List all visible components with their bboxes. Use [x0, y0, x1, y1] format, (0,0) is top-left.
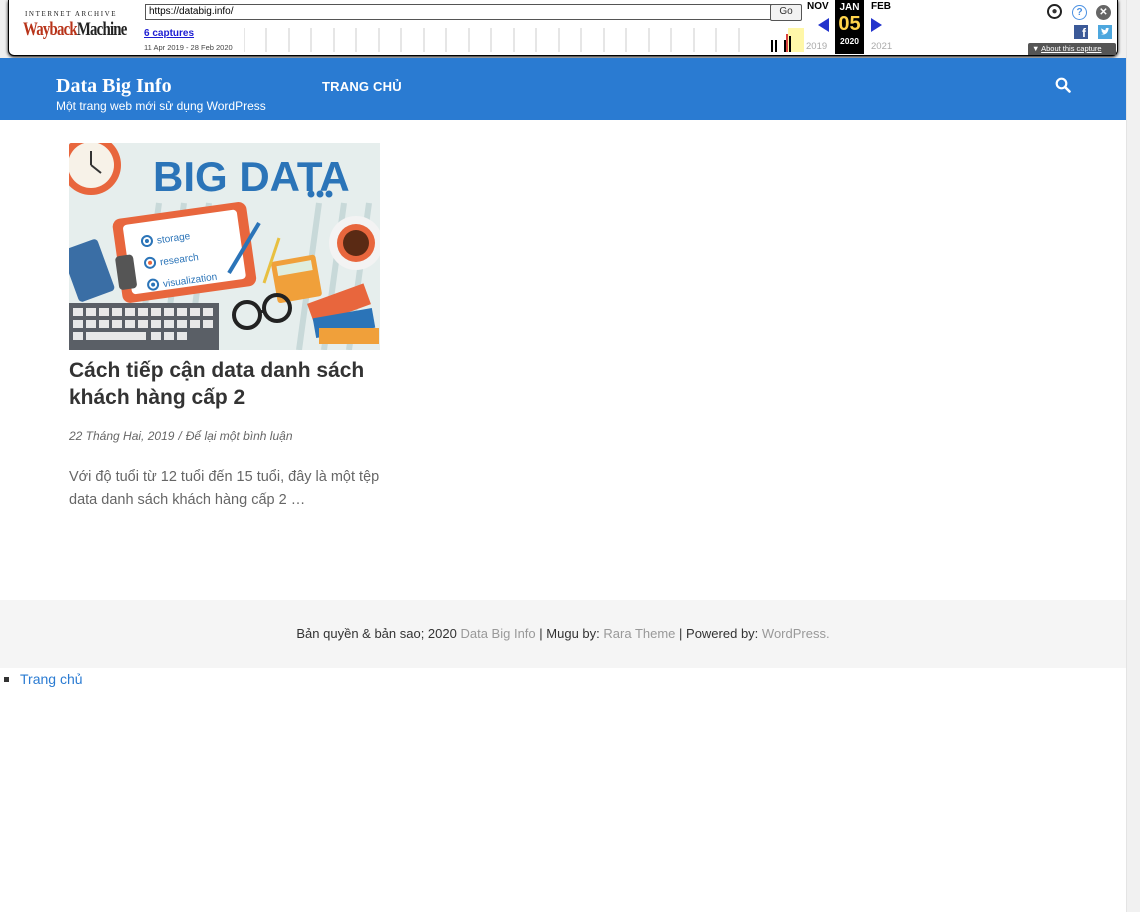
page-scrollbar[interactable]	[1126, 0, 1140, 912]
footer-separator: |	[539, 626, 543, 641]
footer-copyright: Bản quyền & bản sao; 2020 Data Big Info …	[0, 626, 1126, 641]
wayback-sparkline[interactable]	[244, 28, 804, 52]
footer-site-link[interactable]: Data Big Info	[460, 626, 535, 641]
help-icon[interactable]: ?	[1072, 5, 1087, 20]
wayback-next-month[interactable]: FEB	[871, 1, 891, 12]
site-description: Một trang web mới sử dụng WordPress	[56, 99, 266, 113]
wayback-toolbar: INTERNET ARCHIVE WaybackMachine https://…	[0, 0, 1126, 58]
wayback-next-arrow-icon[interactable]	[871, 18, 882, 32]
wayback-toolbar-panel: INTERNET ARCHIVE WaybackMachine https://…	[8, 0, 1118, 56]
wayback-go-button[interactable]: Go	[770, 4, 802, 21]
wayback-logo-top: INTERNET ARCHIVE	[25, 10, 118, 18]
footer-theme-prefix: Mugu by:	[546, 626, 600, 641]
footer-theme-link[interactable]: Rara Theme	[603, 626, 675, 641]
wayback-about-capture[interactable]: ▼ About this capture	[1028, 43, 1116, 55]
wayback-current-month: JAN	[839, 2, 860, 13]
wayback-prev-arrow-icon[interactable]	[818, 18, 829, 32]
footer-wordpress-link[interactable]: WordPress.	[762, 626, 830, 641]
site-header: Data Big Info Một trang web mới sử dụng …	[0, 58, 1126, 120]
wayback-logo-way: Wayback	[23, 19, 78, 40]
footer-prefix: Bản quyền & bản sao; 2020	[296, 626, 457, 641]
wayback-current-day: 05	[838, 13, 861, 35]
wayback-date-range: 11 Apr 2019 - 28 Feb 2020	[144, 43, 233, 52]
bottom-menu-item-home[interactable]: Trang chủ	[20, 671, 83, 687]
close-icon[interactable]: ✕	[1096, 5, 1111, 20]
facebook-icon[interactable]: f	[1074, 25, 1088, 40]
wayback-captures-link[interactable]: 6 captures	[144, 28, 194, 39]
wayback-url-input[interactable]: https://databig.info/	[145, 4, 772, 20]
footer-powered-prefix: | Powered by:	[679, 626, 759, 641]
list-bullet-icon	[4, 677, 9, 682]
post-thumbnail[interactable]: BIG DATA storage research visualization	[69, 143, 380, 350]
wayback-prev-month[interactable]: NOV	[807, 1, 829, 12]
wayback-current-date: JAN 05 2020	[835, 0, 864, 54]
wayback-about-link[interactable]: About this capture	[1041, 44, 1101, 53]
nav-item-home[interactable]: TRANG CHỦ	[322, 79, 402, 94]
wayback-prev-year[interactable]: 2019	[806, 41, 827, 52]
site-title[interactable]: Data Big Info	[56, 75, 172, 98]
wayback-next-year[interactable]: 2021	[871, 41, 892, 52]
post-title[interactable]: Cách tiếp cận data danh sách khách hàng …	[69, 357, 389, 411]
post-excerpt: Với độ tuổi từ 12 tuổi đến 15 tuổi, đây …	[69, 469, 380, 508]
post-comments-link[interactable]: Để lại một bình luận	[186, 429, 293, 443]
twitter-icon[interactable]	[1098, 25, 1112, 39]
wayback-logo-wordmark: WaybackMachine	[23, 19, 127, 41]
post-meta: 22 Tháng Hai, 2019 / Để lại một bình luận	[69, 429, 293, 443]
search-icon[interactable]	[1055, 77, 1071, 93]
wayback-logo[interactable]: INTERNET ARCHIVE WaybackMachine	[23, 6, 127, 46]
user-icon[interactable]: ●	[1047, 4, 1062, 19]
site-footer: Bản quyền & bản sao; 2020 Data Big Info …	[0, 600, 1126, 668]
wayback-logo-machine: Machine	[76, 19, 127, 40]
big-data-illustration: BIG DATA storage research visualization	[69, 143, 380, 350]
post-meta-separator: /	[178, 429, 182, 443]
wayback-current-year: 2020	[840, 36, 859, 46]
post-date[interactable]: 22 Tháng Hai, 2019	[69, 429, 174, 443]
